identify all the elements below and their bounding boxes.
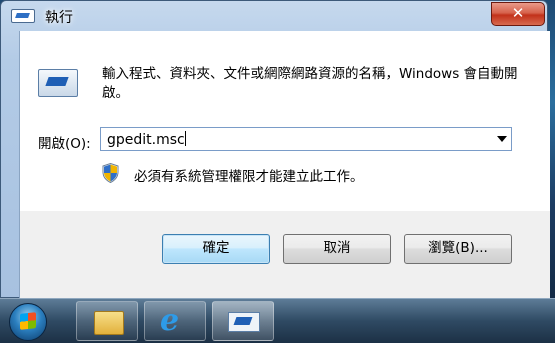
- cancel-button[interactable]: 取消: [283, 234, 391, 264]
- close-icon: ✕: [511, 4, 525, 22]
- internet-explorer-icon: e: [160, 303, 180, 338]
- dialog-description: 輸入程式、資料夾、文件或網際網路資源的名稱，Windows 會自動開啟。: [102, 66, 518, 101]
- taskbar-explorer-button[interactable]: [76, 301, 138, 341]
- taskbar: e: [0, 298, 555, 343]
- windows-logo-icon: [20, 312, 36, 330]
- text-caret: [184, 131, 186, 146]
- run-icon: [38, 69, 78, 97]
- window-title: 執行: [45, 10, 73, 26]
- run-app-icon: [11, 9, 35, 23]
- uac-shield-icon: [102, 163, 119, 183]
- admin-privilege-note: 必須有系統管理權限才能建立此工作。: [134, 169, 364, 185]
- browse-button[interactable]: 瀏覽(B)...: [404, 234, 512, 264]
- run-icon-small: [228, 312, 260, 332]
- ok-button[interactable]: 確定: [162, 234, 270, 264]
- run-dialog-window: 執行 ✕ 輸入程式、資料夾、文件或網際網路資源的名稱，Windows 會自動開啟…: [0, 0, 550, 299]
- open-combobox[interactable]: gpedit.msc: [100, 127, 512, 151]
- start-button[interactable]: [9, 303, 47, 341]
- dropdown-arrow-icon[interactable]: [497, 136, 507, 142]
- open-input-text: gpedit.msc: [107, 132, 185, 148]
- open-label: 開啟(O):: [38, 136, 91, 152]
- folder-icon: [94, 311, 124, 335]
- close-button[interactable]: ✕: [491, 2, 545, 26]
- open-input[interactable]: gpedit.msc: [107, 131, 186, 148]
- dialog-client-area: 輸入程式、資料夾、文件或網際網路資源的名稱，Windows 會自動開啟。 開啟(…: [19, 31, 550, 299]
- title-bar[interactable]: 執行 ✕: [1, 1, 549, 31]
- taskbar-ie-button[interactable]: e: [144, 301, 206, 341]
- dialog-content-panel: 輸入程式、資料夾、文件或網際網路資源的名稱，Windows 會自動開啟。 開啟(…: [20, 31, 550, 211]
- taskbar-run-button[interactable]: [212, 301, 274, 341]
